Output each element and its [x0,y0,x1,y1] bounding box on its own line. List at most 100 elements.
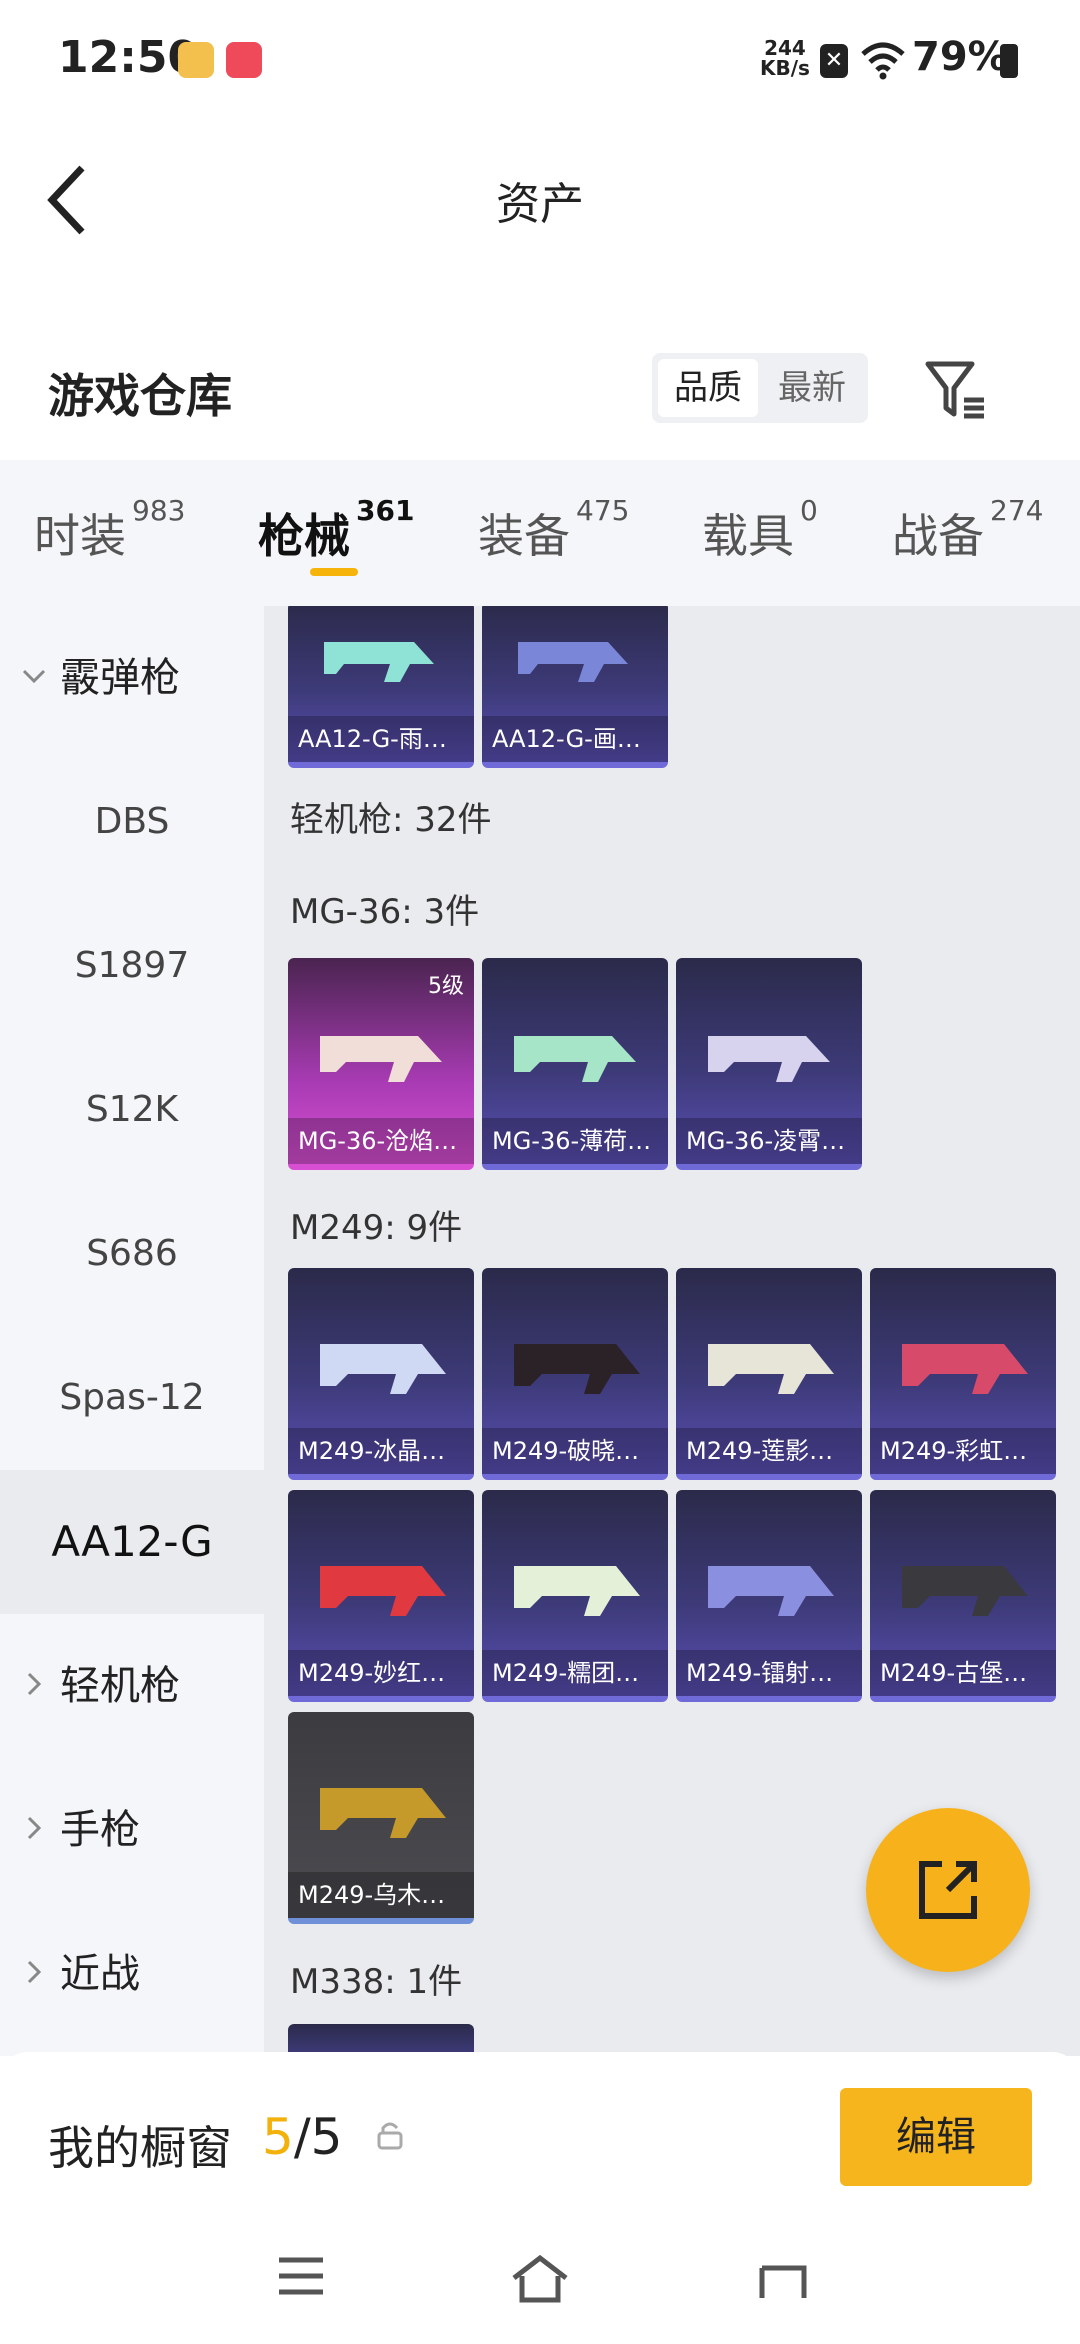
rifle-icon [324,642,434,682]
sidebar-group-lmg[interactable]: 轻机枪 [0,1614,264,1758]
rifle-icon [320,1036,442,1082]
weapon-card-name: MG-36-沧焰… [288,1118,474,1164]
rifle-icon [902,1344,1028,1394]
tab-label: 时装 [34,509,126,563]
weapon-card-name: M249-乌木… [288,1872,474,1918]
sidebar-item-s1897[interactable]: S1897 [0,894,264,1038]
tab-label: 载具 [702,509,794,563]
weapon-card[interactable]: AA12-G-雨… [288,606,474,768]
sort-segmented-control: 品质 最新 [652,353,868,423]
lock-icon [377,2122,403,2150]
weapon-card[interactable]: M249-妙红… [288,1490,474,1702]
network-speed: 244 KB/s [760,38,810,78]
tab-count: 361 [356,494,415,527]
rifle-icon [708,1344,834,1394]
sidebar-group-melee[interactable]: 近战 [0,1902,264,2046]
network-speed-value: 244 [764,36,806,60]
chevron-down-icon [22,669,46,684]
back-nav-icon[interactable] [754,2254,810,2302]
sidebar-item-label: 近战 [60,1951,140,1997]
sidebar-item-dbs[interactable]: DBS [0,750,264,894]
weapon-card[interactable]: MG-36-凌霄… [676,958,862,1170]
weapon-card[interactable]: 5级 MG-36-沧焰… [288,958,474,1170]
chevron-right-icon [27,1672,42,1696]
showcase-current: 5 [262,2108,294,2166]
weapon-card[interactable]: M249-彩虹… [870,1268,1056,1480]
rifle-icon [320,1344,446,1394]
active-tab-indicator [310,568,358,576]
weapon-card-name: M249-妙红… [288,1650,474,1696]
tab-supplies[interactable]: 战备 274 [892,494,1043,566]
rifle-icon [514,1566,640,1616]
rifle-icon [518,642,628,682]
tab-fashion[interactable]: 时装 983 [34,494,185,566]
tab-count: 274 [990,494,1044,527]
sidebar-item-s686[interactable]: S686 [0,1182,264,1326]
share-fab-button[interactable] [866,1808,1030,1972]
weapon-card-name: M249-糯团… [482,1650,668,1696]
sidebar-group-pistol[interactable]: 手枪 [0,1758,264,1902]
status-bar: 12:50 244 KB/s ✕ 79% [0,0,1080,120]
sidebar-item-label: 霰弹枪 [60,655,180,701]
home-icon[interactable] [510,2254,570,2304]
category-tabs: 时装 983 枪械 361 装备 475 载具 0 战备 274 [0,460,1080,606]
tab-firearms[interactable]: 枪械 361 [258,494,414,566]
sidebar-item-aa12g[interactable]: AA12-G [0,1470,264,1614]
sidebar-item-s12k[interactable]: S12K [0,1038,264,1182]
weapon-card-name: MG-36-薄荷… [482,1118,668,1164]
tab-label: 战备 [892,509,984,563]
tab-vehicles[interactable]: 载具 0 [702,494,818,566]
sidebar-item-spas12[interactable]: Spas-12 [0,1326,264,1470]
weapon-card-name: M249-镭射… [676,1650,862,1696]
external-link-icon [919,1861,977,1919]
weapon-group-label: MG-36: 3件 [290,892,480,932]
system-navigation-bar [0,2216,1080,2344]
weapon-card[interactable]: MG-36-薄荷… [482,958,668,1170]
chevron-right-icon [27,1960,42,1984]
rifle-icon [320,1566,446,1616]
tab-count: 475 [576,494,630,527]
weapon-card[interactable]: M249-莲影… [676,1268,862,1480]
notification-app-icon [178,42,214,78]
weapon-card-name: M249-破晓… [482,1428,668,1474]
battery-icon [1000,44,1018,78]
tab-equipment[interactable]: 装备 475 [478,494,629,566]
weapon-card[interactable]: M249-糯团… [482,1490,668,1702]
sidebar-item-label: 手枪 [60,1807,140,1853]
sort-newest-button[interactable]: 最新 [762,359,862,417]
weapon-sidebar: 霰弹枪 DBS S1897 S12K S686 Spas-12 AA12-G 轻… [0,606,264,2056]
notification-app-icon-2 [226,42,262,78]
rifle-icon [708,1566,834,1616]
weapon-group-label: M338: 1件 [290,1962,463,2002]
network-speed-unit: KB/s [760,56,810,80]
rifle-icon [902,1566,1028,1616]
weapon-card[interactable]: M249-古堡… [870,1490,1056,1702]
rifle-icon [514,1344,640,1394]
sim-off-icon: ✕ [820,44,848,78]
sidebar-item-label: 轻机枪 [60,1663,180,1709]
tab-label: 枪械 [258,509,350,563]
sort-quality-button[interactable]: 品质 [658,359,758,417]
tab-count: 0 [800,494,818,527]
tab-count: 983 [132,494,186,527]
menu-icon[interactable] [276,2254,326,2298]
weapon-card[interactable]: AA12-G-画… [482,606,668,768]
showcase-count: 5/5 [262,2108,342,2166]
rifle-icon [708,1036,830,1082]
category-label: 轻机枪: 32件 [290,800,492,840]
chevron-right-icon [27,1816,42,1840]
rifle-icon [320,1788,446,1838]
showcase-total: /5 [293,2108,343,2166]
weapon-group-label: M249: 9件 [290,1208,463,1248]
weapon-card[interactable]: M249-冰晶… [288,1268,474,1480]
weapon-card-name: AA12-G-雨… [288,716,474,762]
weapon-card[interactable]: M249-破晓… [482,1268,668,1480]
showcase-title: 我的橱窗 [48,2121,232,2175]
edit-button[interactable]: 编辑 [840,2088,1032,2186]
weapon-card-name: M249-莲影… [676,1428,862,1474]
filter-icon[interactable] [922,356,992,426]
weapon-card[interactable]: M249-镭射… [676,1490,862,1702]
sidebar-group-shotgun[interactable]: 霰弹枪 [0,606,264,750]
weapon-card[interactable]: M249-乌木… [288,1712,474,1924]
wifi-icon [861,42,905,80]
